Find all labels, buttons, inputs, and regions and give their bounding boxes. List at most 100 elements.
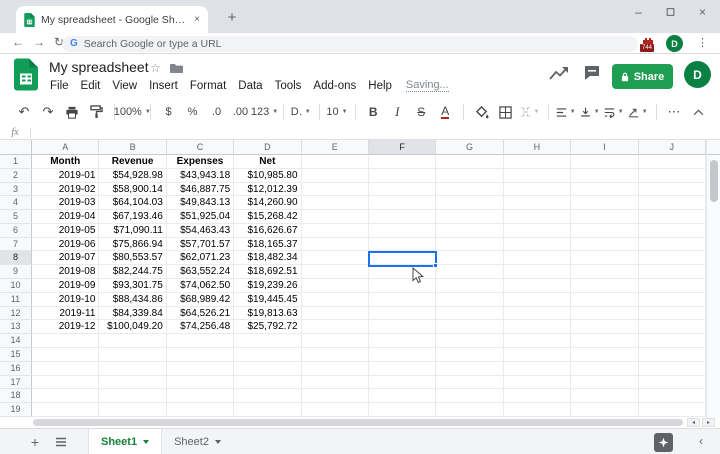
cell-E4[interactable]: [301, 196, 369, 211]
cell-C3[interactable]: $46,887.75: [166, 182, 235, 197]
new-tab-button[interactable]: +: [222, 9, 242, 26]
cell-B11[interactable]: $88,434.86: [99, 292, 167, 307]
cell-A1[interactable]: Month: [32, 155, 100, 169]
cell-A8[interactable]: 2019-07: [32, 251, 100, 266]
cell-H16[interactable]: [503, 361, 572, 376]
cell-D4[interactable]: $14,260.90: [234, 196, 302, 211]
column-header-I[interactable]: I: [571, 140, 639, 155]
print-icon[interactable]: [62, 101, 82, 123]
select-all-corner[interactable]: [0, 140, 32, 155]
cell-J11[interactable]: [638, 292, 706, 307]
cell-D5[interactable]: $15,268.42: [234, 210, 302, 224]
cell-B19[interactable]: [99, 403, 167, 417]
sheet-menu-arrow-icon[interactable]: [214, 439, 221, 444]
cell-F1[interactable]: [368, 155, 437, 169]
cell-C14[interactable]: [166, 334, 235, 348]
cell-J6[interactable]: [638, 223, 706, 238]
cell-J10[interactable]: [638, 279, 706, 293]
cell-H4[interactable]: [503, 196, 572, 211]
add-sheet-button[interactable]: +: [22, 429, 48, 454]
cell-J16[interactable]: [638, 361, 706, 376]
cell-B18[interactable]: [99, 389, 167, 404]
cell-A2[interactable]: 2019-01: [32, 168, 100, 183]
cell-H10[interactable]: [503, 279, 572, 293]
cell-D11[interactable]: $19,445.45: [234, 292, 302, 307]
cell-F7[interactable]: [368, 237, 437, 252]
fill-handle[interactable]: [433, 262, 439, 268]
cell-H6[interactable]: [503, 223, 572, 238]
window-maximize-button[interactable]: [665, 7, 676, 17]
cell-E11[interactable]: [301, 292, 369, 307]
cell-F13[interactable]: [368, 320, 437, 335]
cell-G9[interactable]: [436, 265, 504, 280]
menu-edit[interactable]: Edit: [75, 80, 107, 92]
text-rotation-button[interactable]: ▼: [628, 101, 648, 123]
menu-tools[interactable]: Tools: [269, 80, 308, 92]
cell-I12[interactable]: [571, 306, 639, 321]
cell-I18[interactable]: [571, 389, 639, 404]
cell-B12[interactable]: $84,339.84: [99, 306, 167, 321]
increase-decimal-button[interactable]: .00: [231, 101, 251, 123]
cell-F6[interactable]: [368, 223, 437, 238]
hide-menus-icon[interactable]: [688, 101, 708, 123]
cell-I13[interactable]: [571, 320, 639, 335]
cell-D12[interactable]: $19,813.63: [234, 306, 302, 321]
browser-menu-icon[interactable]: ⋮: [697, 36, 708, 49]
cell-I16[interactable]: [571, 361, 639, 376]
column-header-B[interactable]: B: [99, 140, 167, 155]
cell-H7[interactable]: [503, 237, 572, 252]
more-formats-button[interactable]: 123 ▼: [251, 101, 278, 123]
insights-icon[interactable]: [548, 65, 570, 82]
cell-B17[interactable]: [99, 375, 167, 390]
cell-F11[interactable]: [368, 292, 437, 307]
row-header-13[interactable]: 13: [0, 320, 32, 335]
cell-C4[interactable]: $49,843.13: [166, 196, 235, 211]
cell-A11[interactable]: 2019-10: [32, 292, 100, 307]
column-header-D[interactable]: D: [234, 140, 302, 155]
cell-C9[interactable]: $63,552.24: [166, 265, 235, 280]
row-header-6[interactable]: 6: [0, 223, 32, 238]
row-header-19[interactable]: 19: [0, 403, 32, 417]
cell-G15[interactable]: [436, 347, 504, 362]
menu-view[interactable]: View: [106, 80, 143, 92]
cell-I2[interactable]: [571, 168, 639, 183]
cell-E16[interactable]: [301, 361, 369, 376]
decrease-decimal-button[interactable]: .0: [207, 101, 227, 123]
sheet-menu-arrow-icon[interactable]: [143, 439, 150, 444]
cell-F17[interactable]: [368, 375, 437, 390]
back-icon[interactable]: ←: [12, 35, 24, 49]
menu-addons[interactable]: Add-ons: [307, 80, 362, 92]
row-header-4[interactable]: 4: [0, 196, 32, 211]
italic-button[interactable]: I: [387, 101, 407, 123]
cell-D14[interactable]: [234, 334, 302, 348]
row-header-9[interactable]: 9: [0, 265, 32, 280]
row-header-14[interactable]: 14: [0, 334, 32, 348]
cell-G7[interactable]: [436, 237, 504, 252]
cell-J1[interactable]: [638, 155, 706, 169]
cell-A9[interactable]: 2019-08: [32, 265, 100, 280]
cell-G6[interactable]: [436, 223, 504, 238]
cell-D16[interactable]: [234, 361, 302, 376]
cell-H15[interactable]: [503, 347, 572, 362]
cell-F18[interactable]: [368, 389, 437, 404]
row-header-7[interactable]: 7: [0, 237, 32, 252]
cell-G2[interactable]: [436, 168, 504, 183]
cell-G13[interactable]: [436, 320, 504, 335]
column-header-J[interactable]: J: [638, 140, 706, 155]
cell-B14[interactable]: [99, 334, 167, 348]
column-header-H[interactable]: H: [503, 140, 572, 155]
cell-D9[interactable]: $18,692.51: [234, 265, 302, 280]
cell-B1[interactable]: Revenue: [99, 155, 167, 169]
cell-C6[interactable]: $54,463.43: [166, 223, 235, 238]
cell-C13[interactable]: $74,256.48: [166, 320, 235, 335]
cell-F12[interactable]: [368, 306, 437, 321]
cell-E19[interactable]: [301, 403, 369, 417]
cell-A19[interactable]: [32, 403, 100, 417]
cell-A13[interactable]: 2019-12: [32, 320, 100, 335]
cell-F15[interactable]: [368, 347, 437, 362]
cell-H8[interactable]: [503, 251, 572, 266]
row-header-11[interactable]: 11: [0, 292, 32, 307]
cell-E15[interactable]: [301, 347, 369, 362]
cell-A3[interactable]: 2019-02: [32, 182, 100, 197]
cell-B6[interactable]: $71,090.11: [99, 223, 167, 238]
